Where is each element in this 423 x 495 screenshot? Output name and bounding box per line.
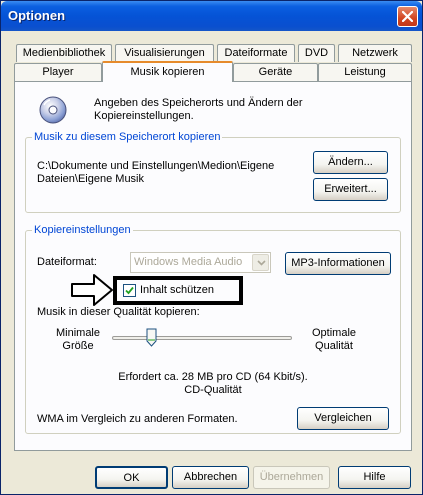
compare-button[interactable]: Vergleichen: [297, 407, 389, 430]
tab-visualisierungen[interactable]: Visualisierungen: [115, 44, 214, 62]
min-size-label: Minimale Größe: [55, 327, 100, 352]
tab-musik-kopieren[interactable]: Musik kopieren: [102, 61, 233, 82]
copy-settings-title: Kopiereinstellungen: [32, 224, 133, 237]
checkmark-icon: [125, 286, 134, 295]
tab-leistung[interactable]: Leistung: [318, 63, 412, 81]
tab-medienbibliothek[interactable]: Medienbibliothek: [16, 44, 112, 62]
quality-label: Musik in dieser Qualität kopieren:: [37, 306, 200, 318]
advanced-button[interactable]: Erweitert...: [313, 178, 388, 201]
apply-button[interactable]: Übernehmen: [253, 466, 330, 489]
change-location-button[interactable]: Ändern...: [313, 151, 388, 174]
tab-player[interactable]: Player: [14, 63, 102, 81]
arrow-annotation-icon: [71, 274, 113, 306]
quality-slider-track[interactable]: [112, 336, 292, 340]
intro-text: Angeben des Speicherorts und Ändern der …: [94, 97, 303, 122]
chevron-down-icon: [257, 260, 266, 266]
help-button[interactable]: Hilfe: [338, 466, 411, 489]
cd-icon: [39, 96, 67, 124]
tab-panel-musik-kopieren: Angeben des Speicherorts und Ändern der …: [14, 81, 412, 451]
location-group: Musik zu diesem Speicherort kopieren C:\…: [25, 131, 401, 213]
max-quality-label: Optimale Qualität: [311, 327, 357, 352]
copy-settings-group: Kopiereinstellungen Dateiformat: Windows…: [25, 224, 401, 434]
compare-label: WMA im Vergleich zu anderen Formaten.: [37, 413, 238, 425]
tab-geraete[interactable]: Geräte: [233, 63, 318, 81]
title-bar[interactable]: Optionen: [1, 1, 422, 31]
options-dialog: Optionen Medienbibliothek Visualisierung…: [0, 0, 423, 495]
file-format-value: Windows Media Audio: [134, 256, 243, 268]
dropdown-button[interactable]: [252, 254, 269, 271]
quality-slider-thumb[interactable]: [146, 328, 157, 347]
file-format-select[interactable]: Windows Media Audio: [130, 252, 271, 273]
cancel-button[interactable]: Abbrechen: [172, 466, 249, 489]
requirement-line-1: Erfordert ca. 28 MB pro CD (64 Kbit/s).: [118, 371, 308, 383]
tab-netzwerk[interactable]: Netzwerk: [338, 44, 412, 62]
file-format-label: Dateiformat:: [37, 256, 97, 268]
protect-content-label: Inhalt schützen: [140, 284, 214, 296]
tab-row-bottom: Player Musik kopieren Geräte Leistung: [1, 61, 423, 82]
mp3-info-button[interactable]: MP3-Informationen: [285, 252, 391, 275]
location-group-title: Musik zu diesem Speicherort kopieren: [32, 131, 223, 144]
destination-path: C:\Dokumente und Einstellungen\Medion\Ei…: [37, 160, 275, 185]
protect-content-checkbox[interactable]: [123, 284, 136, 297]
ok-button[interactable]: OK: [95, 466, 168, 489]
close-button[interactable]: [397, 6, 418, 27]
tab-dateiformate[interactable]: Dateiformate: [217, 44, 295, 62]
window-title: Optionen: [8, 8, 66, 23]
requirement-text: Erfordert ca. 28 MB pro CD (64 Kbit/s). …: [26, 371, 400, 397]
requirement-line-2: CD-Qualität: [184, 384, 242, 396]
tab-row-top: Medienbibliothek Visualisierungen Dateif…: [1, 44, 423, 62]
close-icon: [402, 11, 413, 22]
tab-dvd[interactable]: DVD: [298, 44, 335, 62]
